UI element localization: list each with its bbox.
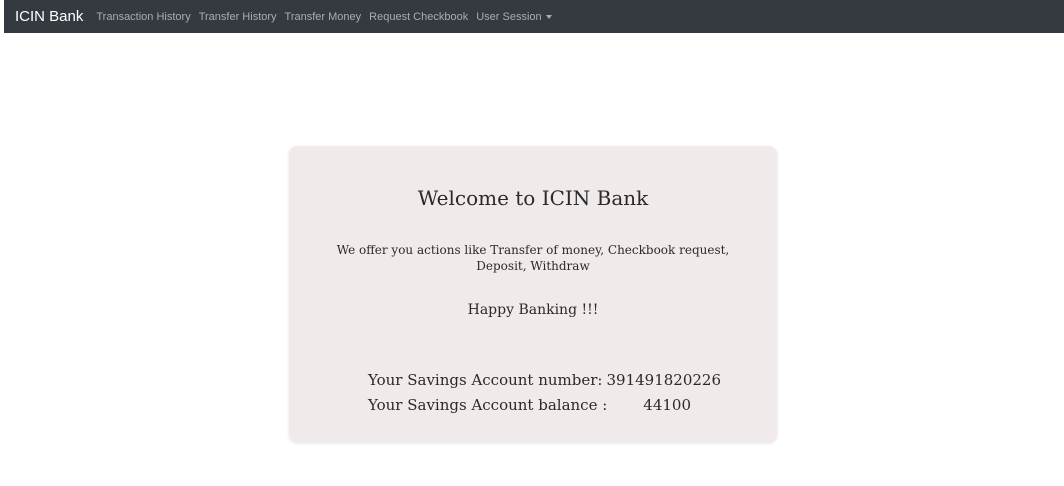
account-balance-row: Your Savings Account balance : 44100: [368, 396, 691, 414]
nav-link-request-checkbook[interactable]: Request Checkbook: [369, 11, 468, 23]
user-session-label: User Session: [476, 10, 542, 23]
account-number-row: Your Savings Account number: 39149182022…: [368, 371, 721, 389]
top-navbar: ICIN Bank Transaction History Transfer H…: [4, 0, 1064, 33]
brand-link[interactable]: ICIN Bank: [15, 8, 83, 25]
user-session-dropdown[interactable]: User Session: [476, 10, 552, 23]
nav-link-transfer-money[interactable]: Transfer Money: [285, 11, 362, 23]
account-balance-label: Your Savings Account balance :: [368, 396, 608, 414]
account-number-value: 391491820226: [606, 371, 722, 389]
nav-links: Transaction History Transfer History Tra…: [96, 11, 559, 23]
welcome-title: Welcome to ICIN Bank: [417, 186, 649, 210]
caret-down-icon: [545, 15, 552, 19]
account-balance-value: 44100: [643, 396, 691, 414]
happy-banking-text: Happy Banking !!!: [467, 302, 599, 318]
welcome-card: Welcome to ICIN Bank We offer you action…: [289, 146, 777, 442]
nav-link-transfer-history[interactable]: Transfer History: [199, 11, 277, 23]
offer-text: We offer you actions like Transfer of mo…: [336, 243, 730, 273]
nav-link-transaction-history[interactable]: Transaction History: [96, 11, 190, 23]
account-number-label: Your Savings Account number:: [368, 371, 603, 389]
